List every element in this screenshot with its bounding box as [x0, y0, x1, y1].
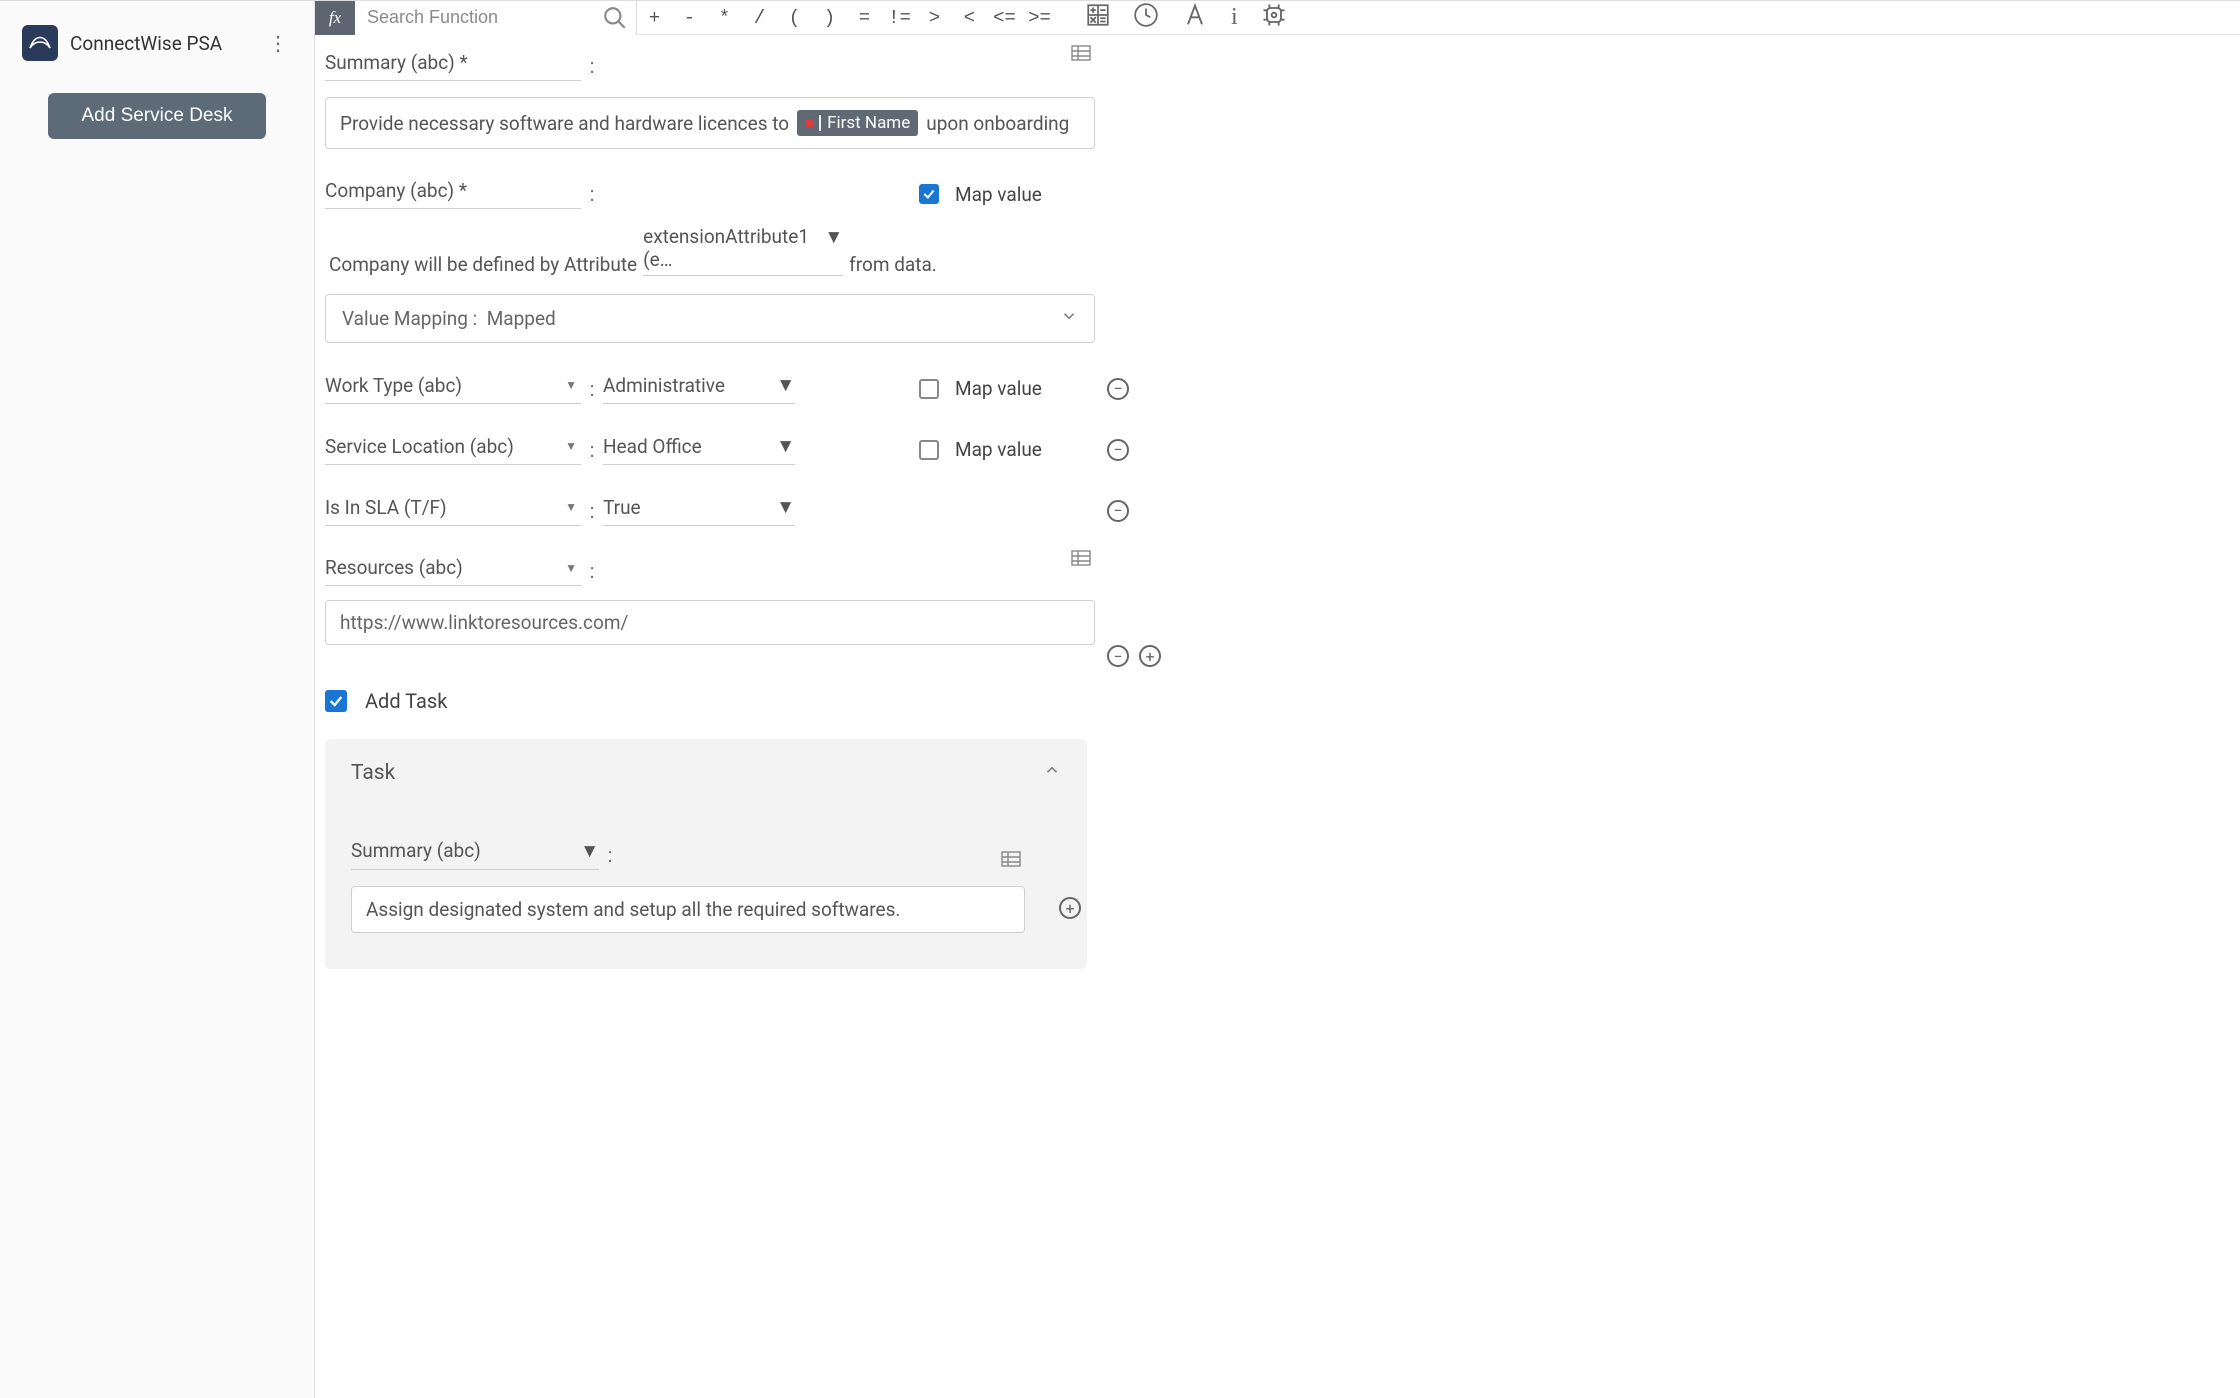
template-grid-icon[interactable] — [1071, 45, 1091, 66]
operators-row: + - * / ( ) = != > < <= >= — [637, 7, 1057, 29]
summary-text-before: Provide necessary software and hardware … — [340, 112, 789, 135]
op-lparen[interactable]: ( — [777, 7, 812, 29]
summary-text-after: upon onboarding — [926, 112, 1069, 135]
task-panel: Task Summary (abc) ▼ : Assig — [325, 739, 1087, 969]
field-service-location: Service Location (abc) ▼ : Head Office ▼… — [325, 434, 1485, 465]
caret-down-icon: ▼ — [776, 434, 795, 458]
resources-input[interactable]: https://www.linktoresources.com/ — [325, 600, 1095, 645]
op-gt[interactable]: > — [917, 7, 952, 29]
field-resources: Resources (abc) ▼ : — [325, 556, 1485, 586]
chevron-down-icon — [1060, 307, 1078, 330]
main-panel: fx + - * / ( ) = != > < <= >= — [315, 1, 2240, 1398]
more-icon[interactable]: ⋮ — [264, 31, 292, 55]
task-summary-input[interactable]: Assign designated system and setup all t… — [351, 886, 1025, 933]
worktype-mapvalue-checkbox[interactable] — [919, 379, 939, 399]
caret-down-icon: ▼ — [565, 561, 577, 575]
op-mult[interactable]: * — [707, 7, 742, 29]
task-title: Task — [351, 761, 395, 785]
field-label-work-type[interactable]: Work Type (abc) ▼ — [325, 374, 581, 404]
chevron-up-icon[interactable] — [1043, 761, 1061, 785]
op-lt[interactable]: < — [952, 7, 987, 29]
company-mapvalue-checkbox[interactable] — [919, 184, 939, 204]
app-logo — [22, 25, 58, 61]
field-summary: Summary (abc) * : — [325, 51, 1485, 81]
grid-calc-icon[interactable] — [1085, 2, 1111, 33]
summary-template-box[interactable]: Provide necessary software and hardware … — [325, 97, 1095, 149]
op-plus[interactable]: + — [637, 7, 672, 29]
add-resources-button[interactable]: + — [1139, 645, 1161, 667]
remove-isinsla-button[interactable]: − — [1107, 500, 1129, 522]
field-is-in-sla: Is In SLA (T/F) ▼ : True ▼ − — [325, 495, 1485, 526]
add-task-checkbox[interactable] — [325, 690, 347, 712]
company-attribute-line: Company will be defined by Attribute ext… — [329, 225, 1485, 276]
caret-down-icon: ▼ — [824, 225, 843, 271]
colon: : — [581, 54, 603, 78]
remove-resources-button[interactable]: − — [1107, 645, 1129, 667]
task-grid-icon[interactable] — [1001, 851, 1021, 872]
add-task-button[interactable]: + — [1059, 897, 1081, 919]
op-rparen[interactable]: ) — [812, 7, 847, 29]
app-name: ConnectWise PSA — [70, 32, 252, 55]
caret-down-icon: ▼ — [776, 495, 795, 519]
caret-down-icon: ▼ — [776, 373, 795, 397]
ai-icon[interactable] — [1260, 1, 1288, 34]
field-label-company[interactable]: Company (abc) * — [325, 179, 581, 209]
op-neq[interactable]: != — [882, 7, 917, 29]
field-label-resources[interactable]: Resources (abc) ▼ — [325, 556, 581, 586]
op-div[interactable]: / — [742, 7, 777, 29]
op-gte[interactable]: >= — [1022, 7, 1057, 29]
caret-down-icon: ▼ — [565, 378, 577, 392]
add-service-desk-button[interactable]: Add Service Desk — [48, 93, 266, 139]
field-label-summary[interactable]: Summary (abc) * — [325, 51, 581, 81]
service-location-select[interactable]: Head Office ▼ — [603, 434, 795, 465]
remove-work-type-button[interactable]: − — [1107, 378, 1129, 400]
company-attribute-select[interactable]: extensionAttribute1 (e… ▼ — [643, 225, 843, 276]
caret-down-icon: ▼ — [565, 500, 577, 514]
field-label-isinsla[interactable]: Is In SLA (T/F) ▼ — [325, 496, 581, 526]
isinsla-select[interactable]: True ▼ — [603, 495, 795, 526]
clock-icon[interactable] — [1133, 2, 1159, 33]
caret-down-icon: ▼ — [580, 839, 599, 863]
add-task-row: Add Task — [325, 689, 1485, 713]
info-icon[interactable]: i — [1231, 4, 1238, 31]
field-company: Company (abc) * : Map value — [325, 179, 1485, 209]
caret-down-icon: ▼ — [565, 439, 577, 453]
value-mapping-accordion[interactable]: Value Mapping : Mapped — [325, 294, 1095, 343]
field-work-type: Work Type (abc) ▼ : Administrative ▼ Map… — [325, 373, 1485, 404]
servloc-mapvalue-checkbox[interactable] — [919, 440, 939, 460]
token-first-name[interactable]: First Name — [797, 110, 918, 136]
task-summary-label[interactable]: Summary (abc) ▼ — [351, 839, 599, 870]
resources-grid-icon[interactable] — [1071, 550, 1091, 571]
op-lte[interactable]: <= — [987, 7, 1022, 29]
text-format-icon[interactable] — [1181, 1, 1209, 34]
sidebar: ConnectWise PSA ⋮ Add Service Desk — [0, 1, 315, 1398]
search-icon[interactable] — [602, 5, 628, 36]
work-type-select[interactable]: Administrative ▼ — [603, 373, 795, 404]
field-label-service-location[interactable]: Service Location (abc) ▼ — [325, 435, 581, 465]
op-eq[interactable]: = — [847, 7, 882, 29]
fx-icon: fx — [315, 1, 355, 35]
task-field-summary: Summary (abc) ▼ : — [351, 839, 1061, 870]
search-function-input[interactable] — [355, 1, 636, 35]
token-error-icon — [805, 119, 813, 127]
op-minus[interactable]: - — [672, 7, 707, 29]
formula-toolbar: fx + - * / ( ) = != > < <= >= — [315, 1, 2240, 35]
remove-service-location-button[interactable]: − — [1107, 439, 1129, 461]
